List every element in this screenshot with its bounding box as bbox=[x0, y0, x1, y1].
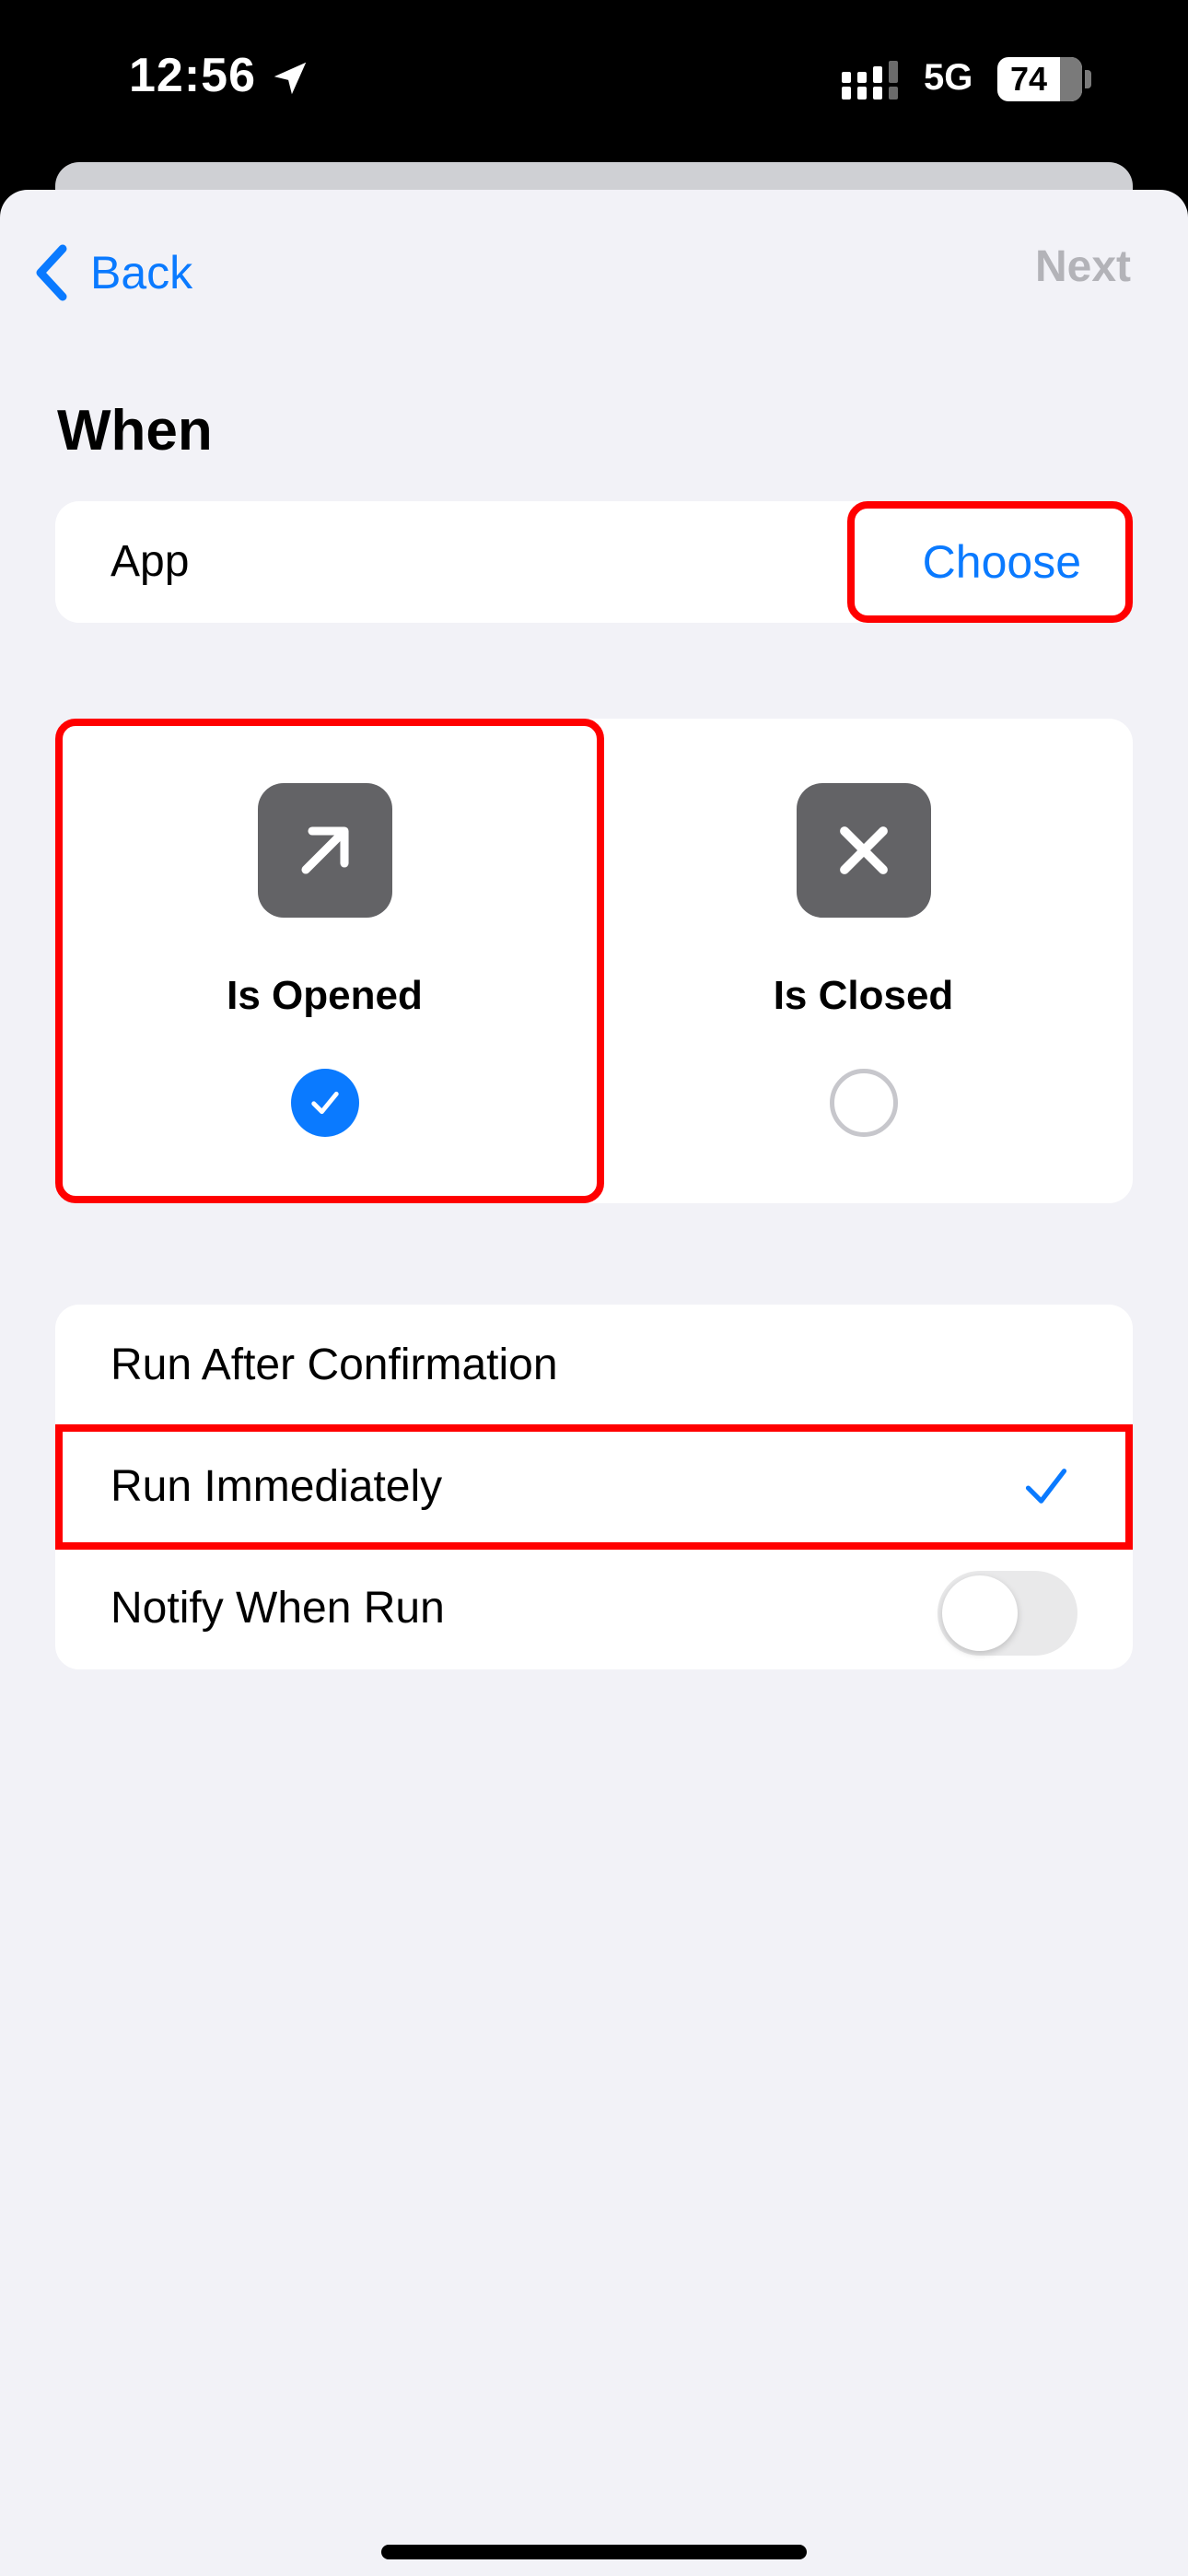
app-row: App Choose bbox=[55, 501, 1133, 623]
option-label-opened: Is Opened bbox=[227, 973, 423, 1018]
arrow-up-right-icon bbox=[258, 783, 392, 918]
row-label: Notify When Run bbox=[111, 1584, 445, 1633]
choose-app-button[interactable]: Choose bbox=[923, 501, 1081, 623]
next-button[interactable]: Next bbox=[1035, 241, 1131, 292]
x-mark-icon bbox=[797, 783, 931, 918]
row-label: Run After Confirmation bbox=[111, 1341, 558, 1389]
automation-sheet: Back Next When App Choose Is Opened Is C… bbox=[0, 190, 1188, 2576]
toggle-knob bbox=[942, 1575, 1018, 1651]
option-label-closed: Is Closed bbox=[773, 973, 954, 1018]
app-label: App bbox=[111, 537, 190, 586]
status-time: 12:56 bbox=[129, 49, 256, 102]
row-label: Run Immediately bbox=[111, 1462, 443, 1511]
option-is-opened[interactable]: Is Opened bbox=[55, 719, 594, 1203]
cellular-signal-icon bbox=[842, 61, 898, 100]
row-run-after-confirmation[interactable]: Run After Confirmation bbox=[55, 1305, 1133, 1426]
home-indicator bbox=[381, 2545, 807, 2559]
battery-icon: 74 bbox=[997, 57, 1082, 101]
checkmark-icon bbox=[1025, 1469, 1067, 1504]
battery-tip bbox=[1085, 70, 1091, 88]
back-label: Back bbox=[90, 247, 193, 299]
app-state-card: Is Opened Is Closed bbox=[55, 719, 1133, 1203]
location-arrow-icon bbox=[274, 62, 307, 95]
radio-unselected[interactable] bbox=[830, 1069, 898, 1137]
run-options-card: Run After Confirmation Run Immediately N… bbox=[55, 1305, 1133, 1669]
back-button[interactable]: Back bbox=[33, 236, 192, 310]
row-notify-when-run: Notify When Run bbox=[55, 1548, 1133, 1669]
row-run-immediately[interactable]: Run Immediately bbox=[55, 1426, 1133, 1548]
section-title: When bbox=[57, 399, 213, 463]
battery-level: 74 bbox=[1009, 60, 1048, 98]
option-is-closed[interactable]: Is Closed bbox=[594, 719, 1133, 1203]
chevron-left-icon bbox=[36, 244, 67, 301]
status-bar: 12:56 5G 74 bbox=[0, 0, 1188, 166]
notify-toggle[interactable] bbox=[938, 1571, 1077, 1656]
radio-selected[interactable] bbox=[291, 1069, 359, 1137]
checkmark-icon bbox=[311, 1091, 339, 1115]
network-type: 5G bbox=[924, 57, 973, 98]
